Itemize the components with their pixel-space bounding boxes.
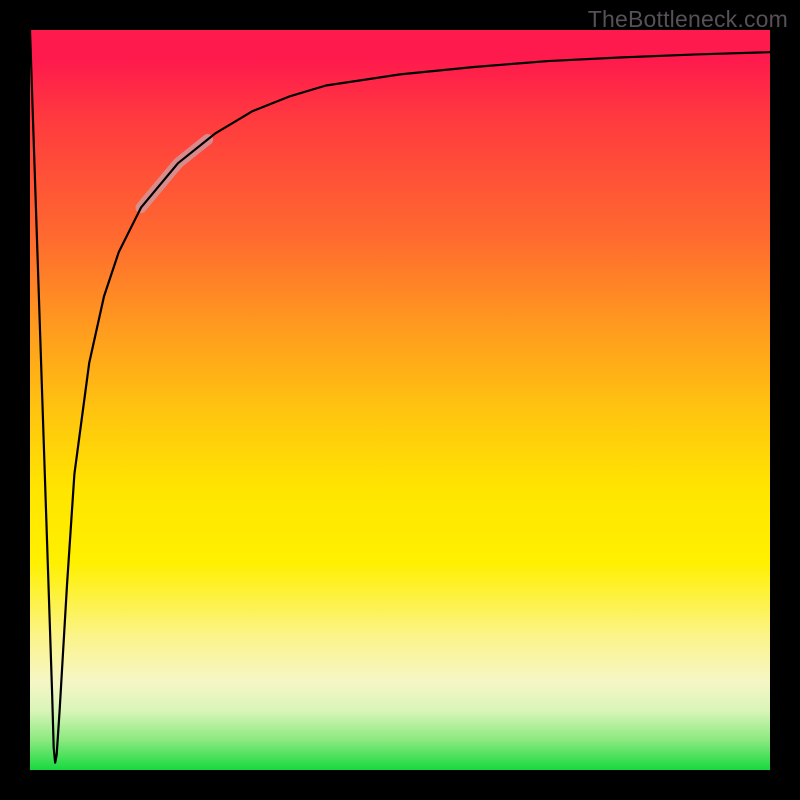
- plot-area: [30, 30, 770, 770]
- bottleneck-curve: [30, 30, 770, 763]
- chart-frame: TheBottleneck.com: [0, 0, 800, 800]
- watermark-text: TheBottleneck.com: [588, 6, 788, 33]
- curve-svg: [30, 30, 770, 770]
- curve-highlight-segment: [141, 140, 208, 208]
